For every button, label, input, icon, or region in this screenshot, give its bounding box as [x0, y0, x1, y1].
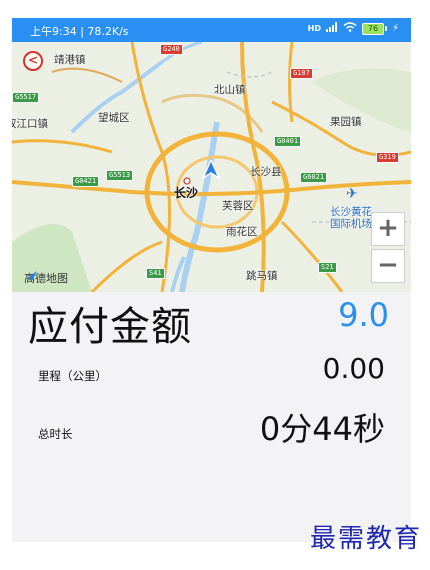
map-label-yuhua: 雨花区: [226, 226, 258, 238]
duration-label: 总时长: [38, 427, 73, 441]
mileage-label: 里程（公里）: [38, 369, 107, 383]
map-logo: 高德地图: [22, 270, 68, 286]
road-badge-g0401: G0401: [274, 136, 302, 147]
status-time-speed: 上午9:34 | 78.2K/s: [30, 25, 129, 38]
map-label-changsha-county: 长沙县: [250, 166, 282, 178]
charging-icon: ⚡: [391, 23, 399, 34]
map-label-changsha: 长沙: [174, 186, 199, 200]
road-badge-g0421: G0421: [72, 176, 100, 187]
airport-icon: ✈: [346, 186, 358, 202]
zoom-out-button[interactable]: −: [371, 249, 405, 283]
road-badge-s21: S21: [318, 262, 337, 273]
road-badge-g240: G240: [160, 44, 183, 55]
road-badge-s41: S41: [146, 268, 165, 279]
status-bar: 上午9:34 | 78.2K/s HD 76 ⚡: [12, 18, 411, 42]
road-badge-g5513: G5513: [106, 170, 134, 181]
phone-screen: 上午9:34 | 78.2K/s HD 76 ⚡ < 靖港镇 北山镇 望城区 果…: [12, 18, 411, 542]
road-badge-g6021: G6021: [300, 172, 328, 183]
duration-value: 0分44秒: [259, 410, 385, 448]
fare-value: 9.0: [338, 296, 389, 334]
status-icons: HD 76 ⚡: [308, 22, 399, 35]
wifi-icon: [343, 22, 357, 35]
map-label-tiaoma: 跳马镇: [246, 270, 278, 282]
map-label-airport-2: 国际机场: [330, 218, 372, 230]
network-type-icon: HD: [307, 24, 321, 33]
mileage-value: 0.00: [322, 352, 385, 385]
back-button[interactable]: <: [23, 51, 43, 71]
road-badge-g319: G319: [376, 152, 399, 163]
zoom-in-button[interactable]: +: [371, 212, 405, 246]
battery-icon: 76: [361, 22, 387, 35]
route-map[interactable]: < 靖港镇 北山镇 望城区 果园镇 双江口镇 长沙 长沙县 芙蓉区 雨花区 长沙…: [12, 42, 411, 292]
chevron-left-icon: <: [27, 53, 39, 67]
watermark: 最需教育: [309, 524, 422, 554]
signal-icon: [325, 22, 338, 35]
map-label-furong: 芙蓉区: [222, 200, 254, 212]
road-badge-g107: G107: [290, 68, 313, 79]
road-badge-g5517: G5517: [12, 92, 40, 103]
map-label-beishan: 北山镇: [214, 84, 246, 96]
map-label-jinggang: 靖港镇: [54, 54, 86, 66]
map-label-guoyuan: 果园镇: [330, 116, 362, 128]
fare-title: 应付金额: [28, 304, 192, 350]
map-label-wangcheng: 望城区: [98, 112, 130, 124]
map-label-jiangkou: 双江口镇: [12, 118, 48, 130]
